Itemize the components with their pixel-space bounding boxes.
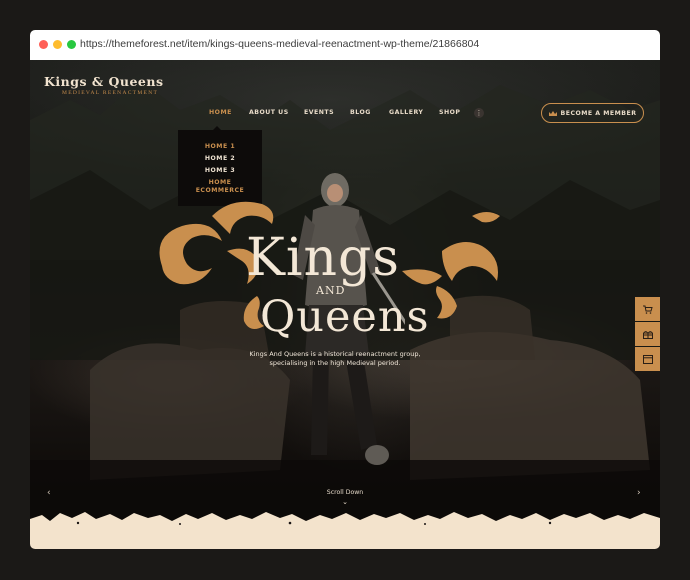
scroll-down-link[interactable]: Scroll Down (315, 489, 375, 496)
hero-description: Kings And Queens is a historical reenact… (245, 350, 425, 368)
cart-icon (642, 305, 653, 314)
url-text[interactable]: https://themeforest.net/item/kings-queen… (80, 38, 479, 50)
chevron-down-icon[interactable]: ⌄ (339, 498, 351, 506)
slider-prev-arrow-icon[interactable]: ‹ (47, 488, 51, 498)
hero-description-line1: Kings And Queens is a historical reenact… (249, 350, 421, 358)
maximize-window-dot[interactable] (67, 40, 76, 49)
nav-item-gallery[interactable]: GALLERY (389, 109, 423, 116)
become-member-label: BECOME A MEMBER (560, 109, 637, 117)
nav-item-shop[interactable]: SHOP (439, 109, 460, 116)
side-browser-button[interactable] (635, 347, 660, 371)
torn-paper-divider (30, 512, 660, 549)
nav-more-button[interactable]: ⋮ (474, 108, 484, 118)
home-dropdown-menu: HOME 1 HOME 2 HOME 3 HOME ECOMMERCE (178, 126, 262, 206)
side-gift-button[interactable] (635, 322, 660, 346)
browser-icon (642, 354, 653, 364)
dropdown-item-home-1[interactable]: HOME 1 (178, 143, 262, 151)
browser-address-bar: https://themeforest.net/item/kings-queen… (30, 30, 660, 61)
nav-item-about-us[interactable]: ABOUT US (249, 109, 289, 116)
side-floating-panel (635, 297, 660, 372)
nav-item-home[interactable]: HOME (209, 109, 232, 116)
gift-icon (642, 330, 653, 339)
hero-title-queens: Queens (260, 292, 430, 342)
dropdown-notch (213, 126, 221, 130)
dropdown-item-home-ecommerce-line1[interactable]: HOME (178, 179, 262, 187)
nav-item-blog[interactable]: BLOG (350, 109, 371, 116)
close-window-dot[interactable] (39, 40, 48, 49)
dropdown-item-home-2[interactable]: HOME 2 (178, 155, 262, 163)
minimize-window-dot[interactable] (53, 40, 62, 49)
logo-subtitle: MEDIEVAL REENACTMENT (62, 90, 159, 96)
become-member-button[interactable]: BECOME A MEMBER (541, 103, 644, 123)
crown-icon (548, 110, 557, 116)
nav-item-events[interactable]: EVENTS (304, 109, 334, 116)
hero-section: Kings & Queens MEDIEVAL REENACTMENT HOME… (30, 60, 660, 549)
site-logo[interactable]: Kings & Queens MEDIEVAL REENACTMENT (44, 74, 163, 96)
browser-window: https://themeforest.net/item/kings-queen… (30, 30, 660, 549)
dropdown-item-home-ecommerce-line2[interactable]: ECOMMERCE (178, 187, 262, 195)
hero-description-line2: specialising in the high Medieval period… (269, 359, 401, 367)
slider-next-arrow-icon[interactable]: › (637, 488, 641, 498)
logo-title: Kings & Queens (44, 74, 164, 89)
side-cart-button[interactable] (635, 297, 660, 321)
hero-title-kings: Kings (246, 228, 400, 288)
dropdown-item-home-3[interactable]: HOME 3 (178, 167, 262, 175)
